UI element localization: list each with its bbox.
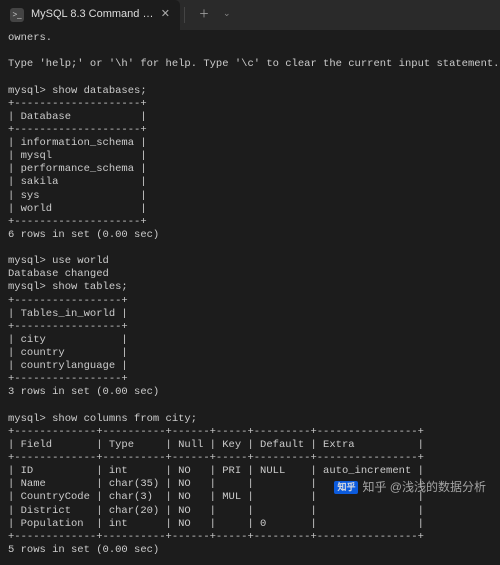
zhihu-icon: 知乎	[334, 481, 358, 494]
tab-title: MySQL 8.3 Command Line Cli	[31, 8, 154, 22]
watermark-text: 知乎 @浅浅的数据分析	[362, 480, 486, 495]
tab-divider	[184, 7, 185, 23]
titlebar: >_ MySQL 8.3 Command Line Cli ✕ ＋ ⌄	[0, 0, 500, 30]
close-tab-icon[interactable]: ✕	[161, 8, 170, 22]
terminal-icon: >_	[10, 8, 24, 22]
tab-menu-chevron-icon[interactable]: ⌄	[223, 9, 231, 20]
watermark: 知乎 知乎 @浅浅的数据分析	[334, 480, 486, 495]
new-tab-button[interactable]: ＋	[189, 0, 219, 30]
active-tab[interactable]: >_ MySQL 8.3 Command Line Cli ✕	[0, 0, 180, 30]
